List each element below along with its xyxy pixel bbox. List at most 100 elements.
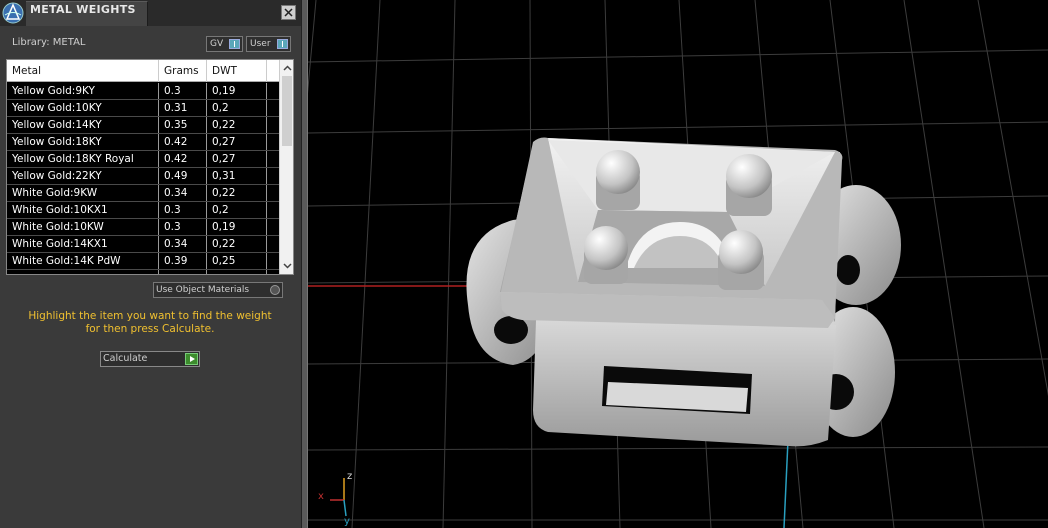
cell-empty (267, 219, 279, 235)
table-row[interactable]: White Gold:14KX1 0.34 0,22 (7, 236, 279, 253)
table-body: Yellow Gold:9KY 0.3 0,19 Yellow Gold:10K… (7, 83, 279, 274)
cell-grams: 0.31 (159, 100, 207, 116)
cell-grams (159, 270, 207, 274)
peg-back-right (726, 154, 772, 216)
cell-dwt: 0,25 (207, 253, 267, 269)
cell-dwt: 0,2 (207, 100, 267, 116)
cell-empty (267, 134, 279, 150)
cell-empty (267, 151, 279, 167)
gv-toggle-indicator (229, 39, 240, 49)
instruction-text: Highlight the item you want to find the … (10, 310, 290, 336)
cell-grams: 0.3 (159, 202, 207, 218)
table-row[interactable]: White Gold:9KW 0.34 0,22 (7, 185, 279, 202)
cell-empty (267, 202, 279, 218)
panel-title: METAL WEIGHTS (30, 3, 136, 16)
column-header-empty (267, 60, 279, 82)
metal-table: Metal Grams DWT Yellow Gold:9KY 0.3 0,19… (6, 59, 294, 275)
cell-dwt: 0,19 (207, 219, 267, 235)
instruction-line-2: for then press Calculate. (85, 323, 215, 335)
gv-toggle-label: GV (210, 39, 224, 49)
base-block (533, 320, 836, 447)
table-scrollbar[interactable] (279, 60, 293, 274)
cell-metal: Yellow Gold:9KY (7, 83, 159, 99)
close-button[interactable] (281, 5, 296, 20)
table-row[interactable]: Yellow Gold:18KY Royal 0.42 0,27 (7, 151, 279, 168)
use-object-materials-toggle[interactable]: Use Object Materials (153, 282, 283, 298)
peg-front-left (584, 226, 628, 284)
cell-empty (267, 236, 279, 252)
cell-dwt: 0,22 (207, 117, 267, 133)
column-header-metal[interactable]: Metal (7, 60, 159, 82)
cell-metal: Yellow Gold:14KY (7, 117, 159, 133)
table-row[interactable]: Yellow Gold:14KY 0.35 0,22 (7, 117, 279, 134)
panel-splitter[interactable] (301, 0, 308, 528)
cell-grams: 0.3 (159, 83, 207, 99)
cell-dwt (207, 270, 267, 274)
toggle-indicator-icon (270, 285, 280, 295)
cell-empty (267, 253, 279, 269)
cell-metal: White Gold:14KX1 (7, 236, 159, 252)
table-row[interactable]: Yellow Gold:9KY 0.3 0,19 (7, 83, 279, 100)
scroll-down-icon[interactable] (282, 260, 293, 271)
cell-empty (267, 168, 279, 184)
axis-label-z: z (347, 471, 352, 482)
cell-metal: White Gold:14K PdW (7, 253, 159, 269)
user-toggle[interactable]: User (246, 36, 291, 52)
axis-label-y: y (344, 516, 350, 527)
instruction-line-1: Highlight the item you want to find the … (28, 310, 272, 322)
calculate-button[interactable]: Calculate (100, 351, 200, 367)
cell-empty (267, 185, 279, 201)
column-header-dwt[interactable]: DWT (207, 60, 267, 82)
cell-grams: 0.35 (159, 117, 207, 133)
viewport-canvas: z x y (267, 0, 1048, 528)
main-box (500, 137, 843, 328)
cell-dwt: 0,27 (207, 134, 267, 150)
use-object-materials-label: Use Object Materials (156, 285, 250, 295)
cell-metal: Yellow Gold:10KY (7, 100, 159, 116)
gv-toggle[interactable]: GV (206, 36, 243, 52)
cell-grams: 0.39 (159, 253, 207, 269)
cell-grams: 0.49 (159, 168, 207, 184)
app-logo-icon (2, 2, 24, 24)
cell-grams: 0.42 (159, 151, 207, 167)
axis-gizmo: z x y (318, 471, 352, 527)
calculate-label: Calculate (103, 353, 148, 364)
play-arrow-icon (185, 353, 198, 365)
cell-dwt: 0,27 (207, 151, 267, 167)
cell-metal: Yellow Gold:18KY (7, 134, 159, 150)
panel-titlebar[interactable]: METAL WEIGHTS (0, 0, 301, 26)
scroll-thumb[interactable] (282, 76, 292, 146)
table-row[interactable]: Yellow Gold:18KY 0.42 0,27 (7, 134, 279, 151)
user-toggle-label: User (250, 39, 271, 49)
cell-empty (267, 83, 279, 99)
cell-metal: White Gold:10KW (7, 219, 159, 235)
scroll-up-icon[interactable] (282, 63, 293, 74)
close-icon (284, 8, 293, 17)
axis-label-x: x (318, 491, 324, 502)
library-label: Library: METAL (12, 37, 86, 48)
table-row[interactable]: Yellow Gold:22KY 0.49 0,31 (7, 168, 279, 185)
cell-metal: Yellow Gold:22KY (7, 168, 159, 184)
peg-back-left (596, 150, 640, 210)
y-axis-line (783, 439, 789, 528)
table-row-partial[interactable] (7, 270, 279, 274)
cell-grams: 0.34 (159, 236, 207, 252)
column-header-grams[interactable]: Grams (159, 60, 207, 82)
cell-dwt: 0,22 (207, 185, 267, 201)
table-row[interactable]: White Gold:14K PdW 0.39 0,25 (7, 253, 279, 270)
cell-grams: 0.42 (159, 134, 207, 150)
cell-empty (267, 100, 279, 116)
cell-empty (267, 117, 279, 133)
table-row[interactable]: White Gold:10KW 0.3 0,19 (7, 219, 279, 236)
table-row[interactable]: White Gold:10KX1 0.3 0,2 (7, 202, 279, 219)
cell-dwt: 0,19 (207, 83, 267, 99)
table-row[interactable]: Yellow Gold:10KY 0.31 0,2 (7, 100, 279, 117)
cell-dwt: 0,31 (207, 168, 267, 184)
3d-viewport[interactable]: z x y (267, 0, 1048, 528)
user-toggle-indicator (277, 39, 288, 49)
table-header: Metal Grams DWT (7, 60, 279, 82)
cell-metal: Yellow Gold:18KY Royal (7, 151, 159, 167)
cell-metal: White Gold:10KX1 (7, 202, 159, 218)
cell-grams: 0.34 (159, 185, 207, 201)
cell-dwt: 0,2 (207, 202, 267, 218)
